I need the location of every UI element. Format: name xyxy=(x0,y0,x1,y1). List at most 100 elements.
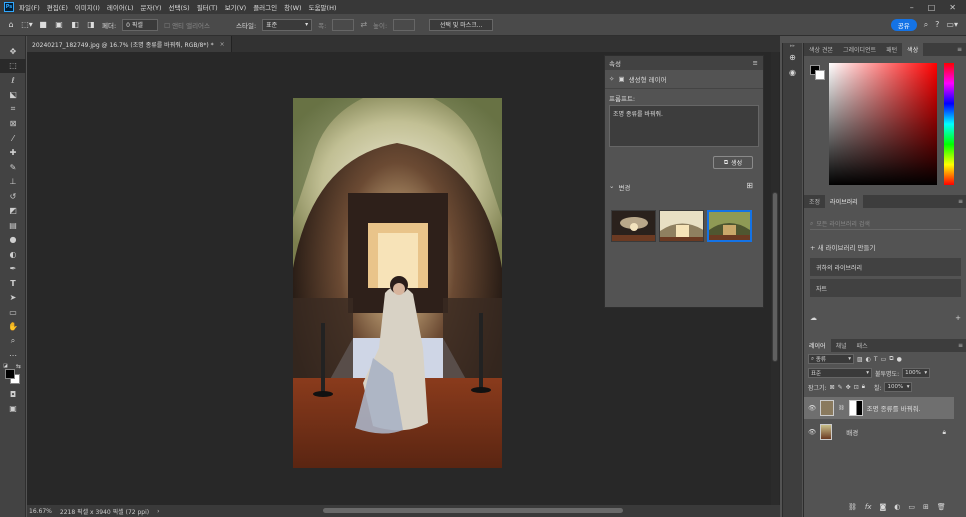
gradient-icon[interactable]: ▤ xyxy=(0,218,26,233)
dodge-icon[interactable]: ◐ xyxy=(0,247,26,262)
frame-icon[interactable]: ⊠ xyxy=(0,117,26,132)
filter-type-icon[interactable]: T xyxy=(874,356,878,363)
filter-shape-icon[interactable]: ▭ xyxy=(881,356,887,363)
move-tool-icon[interactable]: ✥ xyxy=(0,44,26,59)
menu-item[interactable]: 문자(Y) xyxy=(141,2,162,12)
history-brush-icon[interactable]: ↺ xyxy=(0,189,26,204)
panel-tab[interactable]: 라이브러리 xyxy=(825,195,863,208)
lock-paint-icon[interactable]: ✎ xyxy=(838,384,843,391)
panel-tab[interactable]: 그레이디언트 xyxy=(838,43,881,56)
panel-menu-icon[interactable]: ≡ xyxy=(952,43,966,56)
panel-tab[interactable]: 조정 xyxy=(804,195,825,208)
rectangular-marquee-icon[interactable]: ⬚ xyxy=(0,58,26,73)
lock-transparent-icon[interactable]: ⊠ xyxy=(830,384,835,391)
type-icon[interactable]: T xyxy=(0,276,26,291)
menu-item[interactable]: 파일(F) xyxy=(19,2,40,12)
filter-adjust-icon[interactable]: ◐ xyxy=(866,356,871,363)
clone-stamp-icon[interactable]: ⊥ xyxy=(0,175,26,190)
library-search[interactable]: ⌕ 모든 라이브러리 검색 xyxy=(810,218,961,230)
visibility-eye-icon[interactable]: 👁︎ xyxy=(808,404,816,412)
opacity-input[interactable]: 100% ▾ xyxy=(902,368,931,378)
intersect-selection-icon[interactable]: ◨ xyxy=(86,20,96,30)
workspace-icon[interactable]: ▭▾ xyxy=(946,20,958,29)
color-swatches[interactable]: ◪ ⇆ xyxy=(0,363,26,387)
zoom-icon[interactable]: ⌕ xyxy=(0,334,26,349)
swap-icon[interactable]: ⇄ xyxy=(360,20,367,29)
swap-colors-icon[interactable]: ⇆ xyxy=(16,363,21,370)
brush-icon[interactable]: ✎ xyxy=(0,160,26,175)
antialias-checkbox[interactable]: ☐ 앤티 앨리어스 xyxy=(164,20,210,30)
visibility-eye-icon[interactable]: 👁︎ xyxy=(808,428,816,436)
generate-button[interactable]: ⧉ 생성 xyxy=(713,156,753,169)
library-item[interactable]: 귀하의 라이브러리 xyxy=(810,258,961,276)
home-icon[interactable]: ⌂ xyxy=(6,20,16,30)
menu-item[interactable]: 창(W) xyxy=(284,2,301,12)
quick-mask-icon[interactable]: ◘ xyxy=(0,387,26,402)
help-icon[interactable]: ? xyxy=(935,20,939,29)
maximize-button[interactable]: □ xyxy=(928,3,936,12)
panel-tab[interactable]: 패스 xyxy=(852,339,873,352)
feather-input[interactable]: 0 픽셀 xyxy=(122,18,159,31)
new-selection-icon[interactable]: ■ xyxy=(38,20,48,30)
variation-thumbnail-1[interactable] xyxy=(611,210,656,242)
object-selection-icon[interactable]: ⬕ xyxy=(0,88,26,103)
rectangle-icon[interactable]: ▭ xyxy=(0,305,26,320)
variations-header[interactable]: ⌄ 변경 xyxy=(609,182,630,192)
panel-tab[interactable]: 색상 견본 xyxy=(804,43,838,56)
layer-row-background[interactable]: 👁︎ 배경 🔒︎ xyxy=(804,421,954,443)
menu-item[interactable]: 이미지(I) xyxy=(75,2,100,12)
width-input[interactable] xyxy=(332,18,355,31)
marquee-preset-icon[interactable]: ⬚▾ xyxy=(21,20,33,30)
menu-item[interactable]: 편집(E) xyxy=(47,2,68,12)
screen-mode-icon[interactable]: ▣ xyxy=(0,402,26,417)
lock-move-icon[interactable]: ✥ xyxy=(846,384,851,391)
new-library-button[interactable]: + 새 라이브러리 만들기 xyxy=(804,236,966,258)
panel-tab[interactable]: 레이어 xyxy=(804,339,831,352)
pen-icon[interactable]: ✒ xyxy=(0,262,26,277)
height-input[interactable] xyxy=(393,18,416,31)
background-swatch[interactable] xyxy=(815,70,825,80)
panel-tab[interactable]: 패턴 xyxy=(881,43,902,56)
healing-brush-icon[interactable]: ✚ xyxy=(0,146,26,161)
prompt-textarea[interactable]: 조명 종류를 바꿔줘. xyxy=(609,105,759,147)
select-and-mask-button[interactable]: 선택 및 마스크... xyxy=(429,18,494,31)
library-item[interactable]: 자트 xyxy=(810,279,961,297)
menu-item[interactable]: 필터(T) xyxy=(197,2,218,12)
vertical-scrollbar[interactable] xyxy=(771,52,779,505)
fx-icon[interactable]: fx xyxy=(865,503,872,511)
filter-pixel-icon[interactable]: ▨ xyxy=(857,356,863,363)
document-tab[interactable]: 20240217_182749.jpg @ 16.7% (조명 종류를 바꿔줘,… xyxy=(27,36,232,52)
add-selection-icon[interactable]: ▣ xyxy=(54,20,64,30)
zoom-level[interactable]: 16.67% xyxy=(29,508,52,515)
menu-item[interactable]: 선택(S) xyxy=(169,2,190,12)
saturation-brightness-field[interactable] xyxy=(829,63,937,185)
crop-icon[interactable]: ⌗ xyxy=(0,102,26,117)
canvas-image[interactable] xyxy=(293,98,502,468)
cloud-icon[interactable]: ☁ xyxy=(810,314,817,322)
menu-item[interactable]: 플러그인 xyxy=(253,2,277,12)
filter-toggle-icon[interactable]: ● xyxy=(897,356,902,363)
add-library-icon[interactable]: + xyxy=(955,314,961,322)
path-selection-icon[interactable]: ➤ xyxy=(0,291,26,306)
new-layer-icon[interactable]: ⊞ xyxy=(923,503,929,511)
panel-tab[interactable]: 색상 xyxy=(902,43,924,56)
history-icon[interactable]: ⊕ xyxy=(783,53,802,62)
lock-artboard-icon[interactable]: ⊡ xyxy=(854,384,859,391)
menu-item[interactable]: 보기(V) xyxy=(225,2,246,12)
blend-mode-select[interactable]: 표준 ▾ xyxy=(808,368,872,378)
eraser-icon[interactable]: ◩ xyxy=(0,204,26,219)
variation-thumbnail-3-selected[interactable] xyxy=(707,210,752,242)
eyedropper-icon[interactable]: ⁄ xyxy=(0,131,26,146)
lasso-icon[interactable]: ℓ xyxy=(0,73,26,88)
menu-item[interactable]: 레이어(L) xyxy=(107,2,134,12)
layer-row-generative[interactable]: 👁︎ ⛓︎ 조명 종류를 바꿔줘. xyxy=(804,397,954,419)
delete-layer-icon[interactable]: 🗑︎ xyxy=(937,503,946,511)
status-more-icon[interactable]: › xyxy=(157,508,159,515)
lock-all-icon[interactable]: 🔒︎ xyxy=(862,383,865,391)
filter-smart-icon[interactable]: ⧉ xyxy=(889,355,893,363)
add-mask-icon[interactable]: ◙ xyxy=(880,503,887,511)
menu-item[interactable]: 도움말(H) xyxy=(309,2,337,12)
search-icon[interactable]: ⌕ xyxy=(924,20,928,30)
hue-slider[interactable] xyxy=(944,63,954,185)
link-layers-icon[interactable]: ⛓︎ xyxy=(848,503,857,511)
